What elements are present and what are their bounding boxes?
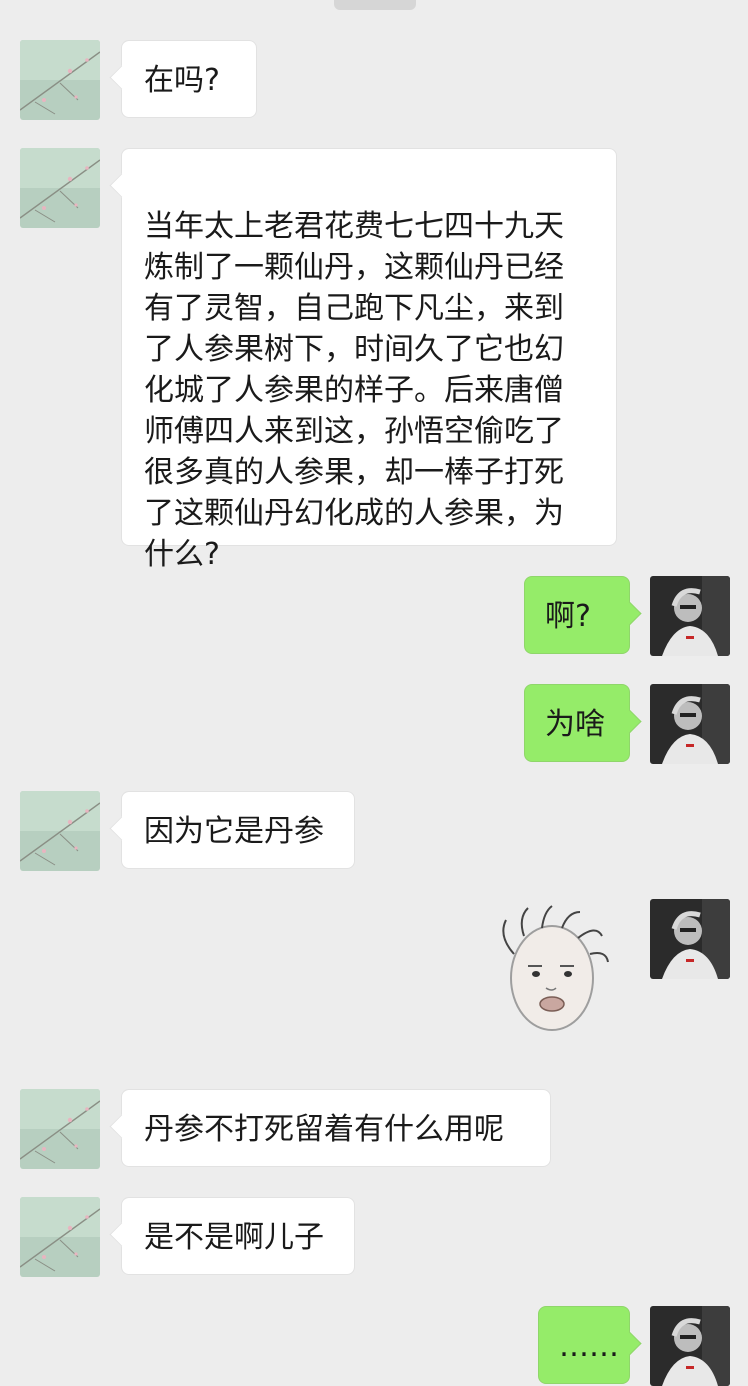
message-text: 啊? <box>545 599 591 634</box>
person-photo-avatar-icon <box>650 576 730 656</box>
face-sticker[interactable] <box>492 904 612 1036</box>
my-avatar[interactable] <box>650 1306 730 1386</box>
face-sticker-icon <box>502 905 609 1031</box>
my-avatar[interactable] <box>650 684 730 764</box>
top-handle <box>334 0 416 10</box>
person-photo-avatar-icon <box>650 1306 730 1386</box>
message-bubble-outgoing[interactable]: 为啥 <box>524 684 630 762</box>
message-text: 丹参不打死留着有什么用呢 <box>144 1112 504 1147</box>
flower-branch-avatar-icon <box>20 1197 100 1277</box>
contact-avatar[interactable] <box>20 148 100 228</box>
flower-branch-avatar-icon <box>20 40 100 120</box>
message-bubble-outgoing[interactable]: …… <box>538 1306 630 1384</box>
person-photo-avatar-icon <box>650 684 730 764</box>
flower-branch-avatar-icon <box>20 791 100 871</box>
flower-branch-avatar-icon <box>20 1089 100 1169</box>
my-avatar[interactable] <box>650 899 730 979</box>
message-text: 当年太上老君花费七七四十九天 炼制了一颗仙丹，这颗仙丹已经 有了灵智，自己跑下凡… <box>144 209 564 572</box>
contact-avatar[interactable] <box>20 40 100 120</box>
message-bubble-incoming[interactable]: 当年太上老君花费七七四十九天 炼制了一颗仙丹，这颗仙丹已经 有了灵智，自己跑下凡… <box>121 148 617 572</box>
message-text: …… <box>559 1329 619 1364</box>
my-avatar[interactable] <box>650 576 730 656</box>
message-text: 是不是啊儿子 <box>144 1220 324 1255</box>
person-photo-avatar-icon <box>650 899 730 979</box>
message-text: 因为它是丹参 <box>144 814 324 849</box>
contact-avatar[interactable] <box>20 1089 100 1169</box>
flower-branch-avatar-icon <box>20 148 100 228</box>
message-bubble-incoming[interactable]: 是不是啊儿子 <box>121 1197 355 1275</box>
contact-avatar[interactable] <box>20 1197 100 1277</box>
chat-window: 在吗? 当年太上老君花费七七四十九天 炼制了一颗仙丹，这颗仙丹已经 有了灵智，自… <box>0 0 748 1386</box>
message-bubble-outgoing[interactable]: 啊? <box>524 576 630 654</box>
message-bubble-incoming[interactable]: 在吗? <box>121 40 257 118</box>
message-bubble-incoming[interactable]: 丹参不打死留着有什么用呢 <box>121 1089 551 1167</box>
message-bubble-incoming[interactable]: 因为它是丹参 <box>121 791 355 869</box>
contact-avatar[interactable] <box>20 791 100 871</box>
message-text: 在吗? <box>144 63 220 98</box>
message-text: 为啥 <box>545 707 605 742</box>
